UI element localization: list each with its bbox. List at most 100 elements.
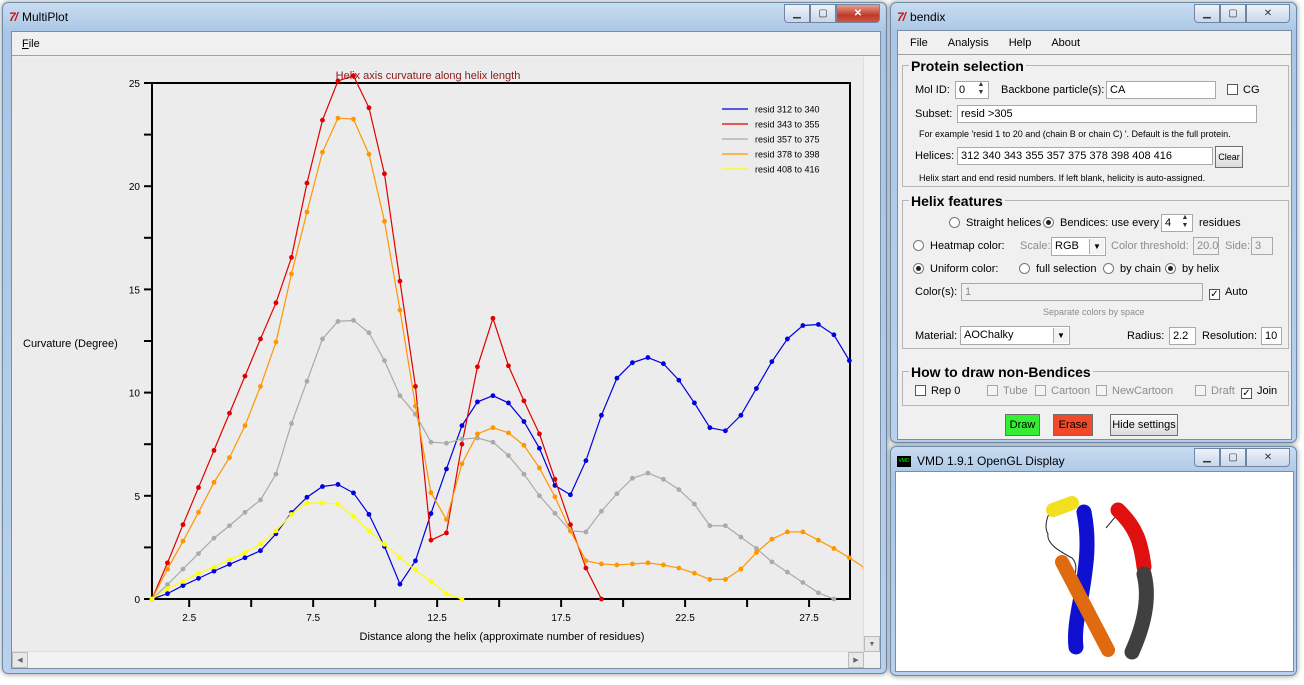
y-tick-label: 15	[129, 285, 141, 296]
data-point	[351, 490, 356, 496]
uniform-color-radio[interactable]: Uniform color:	[913, 263, 998, 275]
resolution-label: Resolution:	[1202, 330, 1258, 342]
menubar: File Analysis Help About	[898, 31, 1291, 55]
maximize-button[interactable]: ▢	[1220, 448, 1246, 467]
group-title: Helix features	[909, 193, 1005, 209]
data-point	[366, 330, 372, 336]
side-input[interactable]: 3	[1251, 237, 1273, 255]
menu-about[interactable]: About	[1041, 37, 1090, 49]
resolution-input[interactable]: 10	[1261, 327, 1282, 345]
horizontal-scrollbar[interactable]: ◀ ▶	[12, 651, 864, 668]
spin-arrows-icon[interactable]: ▲ ▼	[1179, 214, 1191, 232]
data-point	[165, 560, 170, 566]
straight-helices-radio[interactable]: Straight helices	[949, 217, 1041, 229]
backbone-input[interactable]: CA	[1106, 81, 1216, 99]
radio-icon	[913, 240, 924, 251]
colors-input[interactable]: 1	[961, 283, 1203, 301]
data-point	[800, 580, 806, 585]
subset-input[interactable]: resid >305	[957, 105, 1257, 123]
clear-button[interactable]: Clear	[1215, 146, 1243, 168]
data-point	[397, 307, 403, 313]
checkbox-icon	[915, 385, 926, 396]
by-chain-radio[interactable]: by chain	[1103, 263, 1161, 275]
data-point	[831, 546, 837, 551]
multiplot-titlebar[interactable]: 7/ MultiPlot	[3, 3, 886, 31]
data-point	[413, 403, 418, 409]
minimize-button[interactable]: ▁	[1194, 448, 1220, 467]
data-point	[258, 548, 263, 554]
bendices-radio[interactable]: Bendices: use every	[1043, 217, 1159, 229]
radio-selected-icon	[913, 263, 924, 274]
newcartoon-checkbox[interactable]: NewCartoon	[1096, 385, 1173, 397]
checkbox-icon	[1096, 385, 1107, 396]
x-axis-label: Distance along the helix (approximate nu…	[360, 631, 645, 643]
menu-help[interactable]: Help	[999, 37, 1042, 49]
checkbox-icon	[1227, 84, 1238, 95]
close-button[interactable]: ✕	[836, 4, 880, 23]
scale-label: Scale:	[1020, 240, 1051, 252]
data-point	[490, 393, 496, 399]
data-point	[444, 440, 449, 446]
maximize-button[interactable]: ▢	[1220, 4, 1246, 23]
menu-analysis[interactable]: Analysis	[938, 37, 999, 49]
join-checkbox[interactable]: ✓ Join	[1241, 385, 1277, 399]
full-selection-radio[interactable]: full selection	[1019, 263, 1097, 275]
data-point	[428, 439, 434, 445]
vertical-scrollbar[interactable]: ▼	[863, 57, 880, 652]
maximize-button[interactable]: ▢	[810, 4, 836, 23]
legend-label: resid 408 to 416	[755, 165, 820, 175]
menu-file[interactable]: File	[900, 37, 938, 49]
data-point	[366, 105, 372, 111]
series-line	[151, 323, 850, 600]
data-point	[661, 562, 666, 568]
auto-checkbox[interactable]: ✓ Auto	[1209, 286, 1248, 300]
cartoon-checkbox[interactable]: Cartoon	[1035, 385, 1090, 397]
data-point	[630, 360, 635, 366]
by-helix-radio[interactable]: by helix	[1165, 263, 1219, 275]
material-dropdown[interactable]: AOChalky ▼	[960, 326, 1070, 345]
helix-features-group: Helix features Straight helices Bendices…	[902, 193, 1289, 349]
data-point	[382, 218, 387, 224]
data-point	[459, 423, 465, 429]
data-point	[196, 570, 201, 576]
heatmap-radio[interactable]: Heatmap color:	[913, 240, 1005, 252]
spin-arrows-icon[interactable]: ▲ ▼	[975, 81, 987, 99]
tube-checkbox[interactable]: Tube	[987, 385, 1028, 397]
close-button[interactable]: ✕	[1246, 448, 1290, 467]
draft-checkbox[interactable]: Draft	[1195, 385, 1235, 397]
data-point	[180, 566, 186, 572]
hide-settings-button[interactable]: Hide settings	[1110, 414, 1178, 436]
scroll-left-arrow-icon[interactable]: ◀	[12, 652, 28, 668]
data-point	[583, 529, 589, 535]
cg-checkbox[interactable]: CG	[1227, 84, 1260, 96]
residues-label: residues	[1199, 217, 1241, 229]
draw-button[interactable]: Draw	[1005, 414, 1040, 436]
erase-button[interactable]: Erase	[1053, 414, 1093, 436]
scroll-right-arrow-icon[interactable]: ▶	[848, 652, 864, 668]
data-point	[552, 476, 558, 482]
colors-hint: Separate colors by space	[1043, 307, 1145, 317]
color-threshold-input[interactable]: 20.0	[1193, 237, 1219, 255]
minimize-button[interactable]: ▁	[1194, 4, 1220, 23]
x-tick-label: 22.5	[675, 613, 695, 624]
data-point	[599, 561, 604, 567]
data-point	[382, 171, 387, 177]
opengl-viewport[interactable]	[895, 471, 1294, 672]
data-point	[475, 399, 480, 405]
subset-label: Subset:	[915, 108, 953, 120]
data-point	[351, 116, 356, 122]
radius-input[interactable]: 2.2	[1169, 327, 1196, 345]
scroll-down-arrow-icon[interactable]: ▼	[864, 636, 880, 652]
vmd-app-icon: VMD	[897, 455, 911, 467]
series-1	[149, 73, 604, 602]
data-point	[242, 550, 248, 555]
helices-input[interactable]: 312 340 343 355 357 375 378 398 408 416	[957, 147, 1213, 165]
data-point	[490, 315, 496, 321]
rep0-checkbox[interactable]: Rep 0	[915, 385, 960, 397]
menu-file[interactable]: File	[12, 38, 50, 50]
minimize-button[interactable]: ▁	[784, 4, 810, 23]
close-button[interactable]: ✕	[1246, 4, 1290, 23]
scale-dropdown[interactable]: RGB ▼	[1051, 237, 1106, 256]
side-label: Side:	[1225, 240, 1251, 252]
data-point	[242, 423, 248, 429]
